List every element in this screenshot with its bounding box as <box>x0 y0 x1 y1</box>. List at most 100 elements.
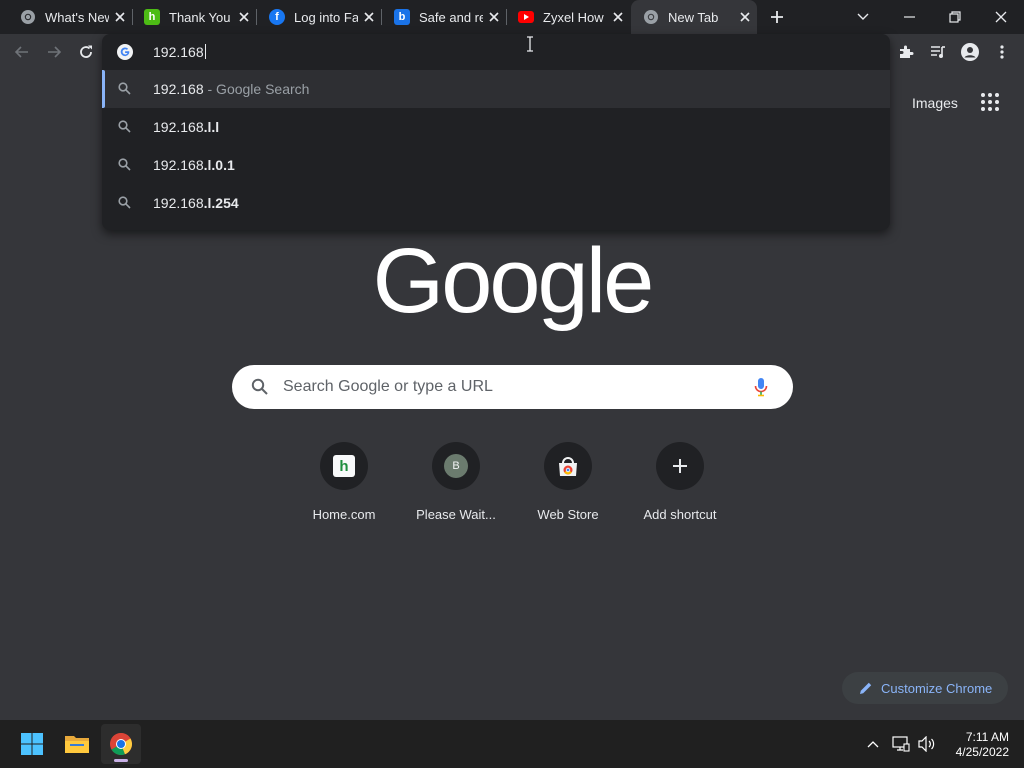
system-clock[interactable]: 7:11 AM 4/25/2022 <box>945 730 1009 760</box>
suggestion-query: 192.168 <box>153 81 204 97</box>
arrow-left-icon <box>14 46 28 58</box>
chrome-icon <box>643 9 659 25</box>
show-hidden-icons-button[interactable] <box>863 734 883 754</box>
clock-time: 7:11 AM <box>965 730 1009 744</box>
profile-icon <box>961 43 979 61</box>
close-icon <box>995 11 1007 23</box>
menu-button[interactable] <box>990 40 1014 64</box>
chrome-taskbar-button[interactable] <box>101 724 141 764</box>
folder-icon <box>65 736 89 753</box>
profile-button[interactable] <box>958 40 982 64</box>
search-icon <box>118 82 131 98</box>
new-tab-button[interactable] <box>766 6 788 28</box>
tab-strip: What's New h Thank You f Log into Fa b S… <box>0 0 1024 34</box>
close-icon[interactable] <box>737 9 753 25</box>
tab-search-button[interactable] <box>840 0 886 34</box>
shortcut-please-wait[interactable]: B Please Wait... <box>400 442 512 532</box>
search-icon <box>118 158 131 174</box>
search-box[interactable]: Search Google or type a URL <box>232 365 793 409</box>
tab-title: Safe and re <box>419 9 483 25</box>
running-indicator <box>114 759 128 762</box>
tab-title: What's New <box>45 9 109 25</box>
close-icon[interactable] <box>112 9 128 25</box>
tab-thank-you[interactable]: h Thank You <box>132 0 257 34</box>
shortcut-web-store[interactable]: Web Store <box>512 442 624 532</box>
file-explorer-button[interactable] <box>57 724 97 764</box>
speaker-icon <box>918 736 935 752</box>
suggestion-query: 192.168 <box>153 119 204 135</box>
tab-title: New Tab <box>668 9 719 25</box>
customize-chrome-button[interactable]: Customize Chrome <box>842 672 1008 704</box>
letter-b-icon: B <box>444 454 468 478</box>
close-icon[interactable] <box>610 9 626 25</box>
tab-youtube[interactable]: Zyxel How <box>506 0 630 34</box>
search-icon <box>251 378 269 401</box>
houzz-icon: h <box>144 9 160 25</box>
minimize-button[interactable] <box>886 0 932 34</box>
more-vert-icon <box>1000 45 1004 59</box>
images-link[interactable]: Images <box>912 95 958 111</box>
shortcut-label: Web Store <box>537 507 599 522</box>
reload-button[interactable] <box>74 40 98 64</box>
webstore-icon <box>559 457 577 476</box>
extensions-button[interactable] <box>894 40 918 64</box>
restore-icon <box>949 11 961 23</box>
chrome-icon <box>110 733 133 756</box>
minimize-icon <box>903 16 915 18</box>
tab-new-tab[interactable]: New Tab <box>631 0 757 34</box>
taskbar <box>0 720 1024 768</box>
network-icon <box>892 736 910 752</box>
shortcut-tile: h <box>320 442 368 490</box>
address-bar-text[interactable]: 192.168 <box>153 44 206 60</box>
suggestion-item[interactable]: 192.168.l.0.1 <box>102 146 890 184</box>
puzzle-icon <box>900 45 914 58</box>
suggestion-query: 192.168 <box>153 157 204 173</box>
facebook-icon: f <box>269 9 285 25</box>
start-button[interactable] <box>12 724 52 764</box>
back-button[interactable] <box>10 40 34 64</box>
shortcut-label: Home.com <box>312 507 376 522</box>
close-icon[interactable] <box>236 9 252 25</box>
arrow-right-icon <box>48 46 62 58</box>
bitdefender-icon: b <box>394 9 410 25</box>
houzz-icon: h <box>333 455 355 477</box>
apps-grid-icon <box>981 93 999 111</box>
close-window-button[interactable] <box>978 0 1024 34</box>
restore-button[interactable] <box>932 0 978 34</box>
close-icon[interactable] <box>361 9 377 25</box>
shortcut-tile <box>656 442 704 490</box>
windows-icon <box>21 733 43 755</box>
forward-button[interactable] <box>42 40 66 64</box>
youtube-icon <box>518 9 534 25</box>
text-caret <box>204 44 206 59</box>
plus-icon <box>673 459 687 473</box>
google-apps-button[interactable] <box>980 92 1000 112</box>
media-button[interactable] <box>926 40 950 64</box>
search-icon <box>118 120 131 136</box>
pencil-icon <box>860 682 872 694</box>
suggestion-completion: .l.0.1 <box>203 157 235 173</box>
tab-bitdefender[interactable]: b Safe and re <box>382 0 507 34</box>
queue-music-icon <box>931 46 945 58</box>
omnibox[interactable]: 192.168 <box>102 34 890 70</box>
tab-whats-new[interactable]: What's New <box>8 0 133 34</box>
shortcut-home-com[interactable]: h Home.com <box>288 442 400 532</box>
tab-title: Zyxel How <box>543 9 604 25</box>
network-button[interactable] <box>891 734 911 754</box>
suggestion-item[interactable]: 192.168.l.254 <box>102 184 890 222</box>
microphone-icon[interactable] <box>754 377 768 402</box>
suggestion-item[interactable]: 192.168.l.l <box>102 108 890 146</box>
suggestion-item[interactable]: 192.168 - Google Search <box>102 70 890 108</box>
tab-title: Log into Fa <box>294 9 358 25</box>
omnibox-popup: 192.168 192.168 - Google Search 192.168.… <box>102 34 890 230</box>
plus-icon <box>771 11 783 23</box>
search-placeholder: Search Google or type a URL <box>283 378 493 395</box>
suggestion-completion: .l.254 <box>203 195 239 211</box>
address-value: 192.168 <box>153 44 204 60</box>
add-shortcut-button[interactable]: Add shortcut <box>624 442 736 532</box>
volume-button[interactable] <box>917 734 937 754</box>
tab-facebook[interactable]: f Log into Fa <box>257 0 382 34</box>
close-icon[interactable] <box>486 9 502 25</box>
google-g-icon <box>117 44 133 65</box>
text-cursor-icon <box>527 36 533 52</box>
